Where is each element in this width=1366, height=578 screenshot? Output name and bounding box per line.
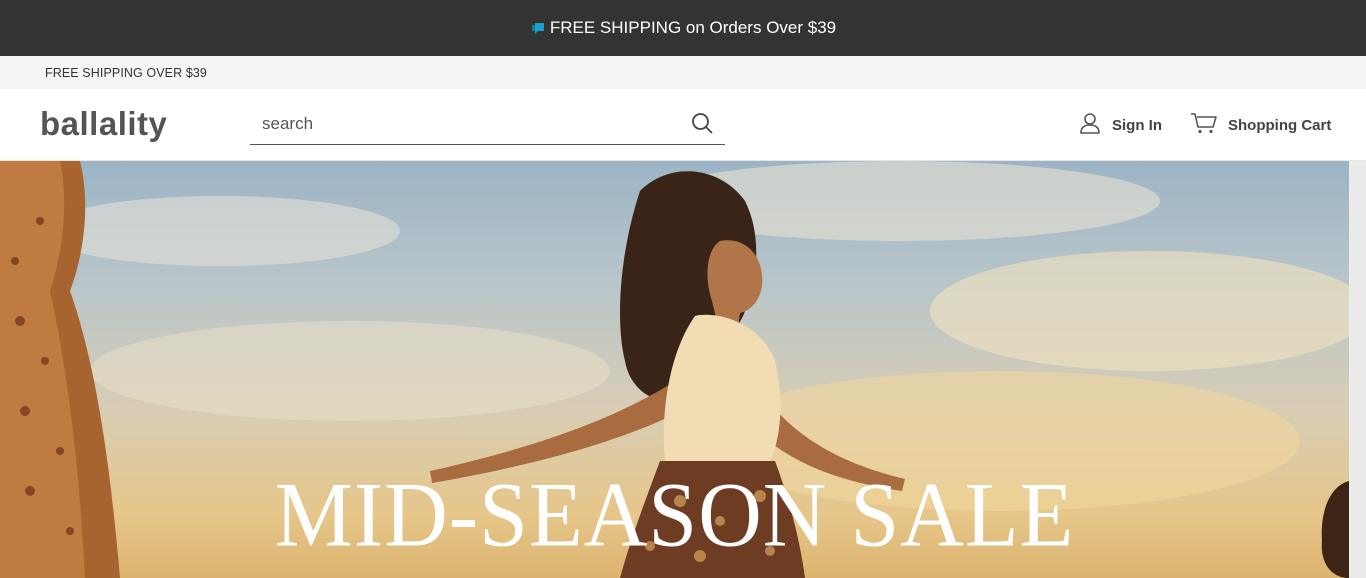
page-scrollbar[interactable] xyxy=(1349,161,1366,578)
shipping-notice-bar: FREE SHIPPING OVER $39 xyxy=(0,56,1366,89)
cart-icon xyxy=(1190,111,1218,139)
shipping-notice-text: FREE SHIPPING OVER $39 xyxy=(45,65,207,80)
flag-icon xyxy=(530,20,546,36)
search-input[interactable] xyxy=(250,105,680,143)
announcement-content: FREE SHIPPING on Orders Over $39 xyxy=(530,18,836,38)
search-button[interactable] xyxy=(689,112,715,138)
search-bar xyxy=(250,105,725,145)
user-icon xyxy=(1078,111,1102,139)
sign-in-label: Sign In xyxy=(1112,116,1162,134)
shopping-cart-label: Shopping Cart xyxy=(1228,116,1332,134)
sign-in-link[interactable]: Sign In xyxy=(1078,111,1162,139)
shopping-cart-link[interactable]: Shopping Cart xyxy=(1190,111,1331,139)
hero-headline: MID-SEASON SALE xyxy=(274,464,1075,567)
announcement-bar: FREE SHIPPING on Orders Over $39 xyxy=(0,0,1366,56)
site-logo[interactable]: ballality xyxy=(40,105,167,143)
site-header: ballality Sign In xyxy=(0,89,1366,161)
announcement-text: FREE SHIPPING on Orders Over $39 xyxy=(549,18,837,37)
search-icon xyxy=(691,112,713,139)
